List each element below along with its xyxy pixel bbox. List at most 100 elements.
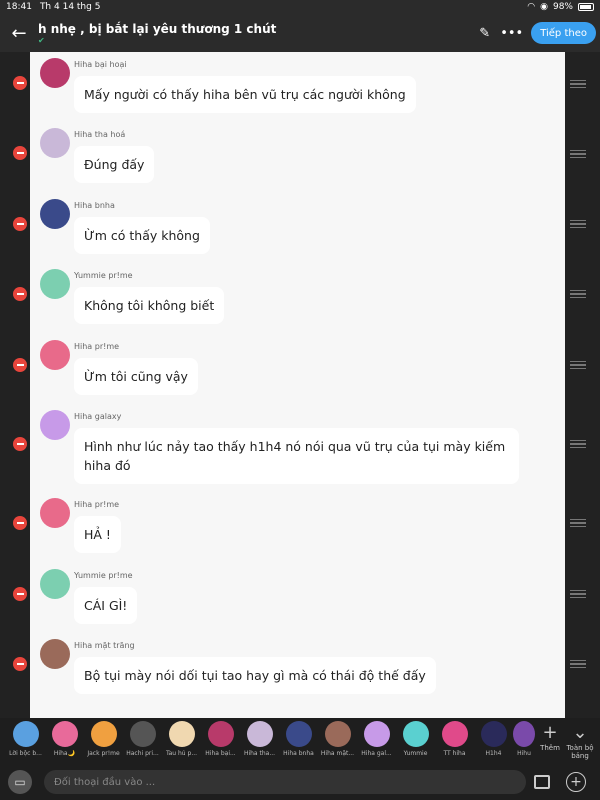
delete-message-icon[interactable] bbox=[13, 287, 27, 301]
avatar[interactable] bbox=[40, 128, 70, 158]
member-label: H1h4 bbox=[485, 750, 502, 757]
member-item[interactable]: Hiha🌙 bbox=[45, 718, 84, 764]
message-input[interactable]: Đối thoại đầu vào ... bbox=[44, 770, 526, 794]
avatar[interactable] bbox=[40, 569, 70, 599]
delete-message-icon[interactable] bbox=[13, 146, 27, 160]
more-icon[interactable]: ••• bbox=[500, 26, 523, 41]
delete-message-icon[interactable] bbox=[13, 587, 27, 601]
message-bubble[interactable]: Ừm có thấy không bbox=[74, 217, 210, 254]
avatar[interactable] bbox=[40, 340, 70, 370]
message-bubble[interactable]: Đúng đấy bbox=[74, 146, 155, 183]
message-bubble[interactable]: Mấy người có thấy hiha bên vũ trụ các ng… bbox=[74, 76, 416, 113]
status-date: Th 4 14 thg 5 bbox=[39, 2, 101, 12]
avatar bbox=[90, 721, 117, 747]
drag-handle-icon[interactable] bbox=[570, 290, 586, 298]
message: Yummie pr!me CÁI GÌ! bbox=[40, 569, 138, 624]
add-member-label: Thêm bbox=[540, 744, 560, 752]
edit-icon[interactable]: ✎ bbox=[479, 26, 490, 41]
delete-message-icon[interactable] bbox=[13, 657, 27, 671]
avatar bbox=[51, 721, 78, 747]
member-item[interactable]: Jack pr!me bbox=[84, 718, 123, 764]
show-all-label: Toàn bộ bảng bbox=[566, 744, 594, 760]
avatar bbox=[324, 721, 351, 747]
delete-message-icon[interactable] bbox=[13, 516, 27, 530]
member-item[interactable]: Hiha mặt... bbox=[318, 718, 357, 764]
member-item[interactable]: Hiha bại... bbox=[201, 718, 240, 764]
back-arrow-icon[interactable]: ← bbox=[0, 14, 38, 52]
member-item[interactable]: Hachi pri... bbox=[123, 718, 162, 764]
image-icon[interactable] bbox=[534, 775, 550, 789]
member-label: Hiha gal... bbox=[361, 750, 392, 757]
avatar bbox=[12, 721, 39, 747]
avatar bbox=[441, 721, 468, 747]
input-bar: ▭ Đối thoại đầu vào ... + bbox=[0, 764, 600, 800]
chat-subtitle: ✔ bbox=[38, 36, 479, 45]
avatar bbox=[246, 721, 273, 747]
member-item[interactable]: TT hiha bbox=[435, 718, 474, 764]
message-bubble[interactable]: Hình như lúc nảy tao thấy h1h4 nó nói qu… bbox=[74, 428, 519, 484]
message-bubble[interactable]: Không tôi không biết bbox=[74, 287, 225, 324]
message: Hiha bại hoại Mấy người có thấy hiha bên… bbox=[40, 58, 416, 113]
drag-handle-icon[interactable] bbox=[570, 150, 586, 158]
location-icon: ◉ bbox=[540, 2, 548, 12]
member-item[interactable]: Hihu bbox=[513, 718, 535, 764]
avatar bbox=[207, 721, 234, 747]
avatar[interactable] bbox=[40, 410, 70, 440]
plus-circle-icon[interactable]: + bbox=[566, 772, 586, 792]
drag-handle-icon[interactable] bbox=[570, 361, 586, 369]
drag-handle-icon[interactable] bbox=[570, 519, 586, 527]
member-item[interactable]: Hiha bnha bbox=[279, 718, 318, 764]
avatar[interactable] bbox=[40, 269, 70, 299]
add-member-button[interactable]: + Thêm bbox=[535, 718, 565, 764]
chat-bubble-icon[interactable]: ▭ bbox=[8, 770, 32, 794]
sender-name: Hiha tha hoá bbox=[74, 130, 126, 139]
delete-message-icon[interactable] bbox=[13, 437, 27, 451]
message: Hiha galaxy Hình như lúc nảy tao thấy h1… bbox=[40, 410, 519, 484]
show-all-button[interactable]: ⌄ Toàn bộ bảng bbox=[565, 718, 595, 764]
drag-handle-icon[interactable] bbox=[570, 220, 586, 228]
sender-name: Hiha mặt trăng bbox=[74, 641, 135, 650]
message: Yummie pr!me Không tôi không biết bbox=[40, 269, 225, 324]
chat-title: h nhẹ , bị bắt lại yêu thương 1 chút bbox=[38, 21, 277, 36]
member-item[interactable]: Tau hủ p... bbox=[162, 718, 201, 764]
check-icon: ✔ bbox=[38, 35, 45, 45]
next-button[interactable]: Tiếp theo bbox=[531, 22, 596, 44]
drag-handle-icon[interactable] bbox=[570, 80, 586, 88]
battery-icon bbox=[578, 3, 594, 11]
member-item[interactable]: Hiha tha... bbox=[240, 718, 279, 764]
sender-name: Hiha galaxy bbox=[74, 412, 122, 421]
avatar bbox=[402, 721, 429, 747]
message-bubble[interactable]: HẢ ! bbox=[74, 516, 121, 553]
avatar[interactable] bbox=[40, 199, 70, 229]
member-item[interactable]: Hiha gal... bbox=[357, 718, 396, 764]
member-label: Yummie bbox=[403, 750, 428, 757]
status-bar: 18:41 Th 4 14 thg 5 ◠ ◉ 98% bbox=[0, 0, 600, 14]
message-bubble[interactable]: CÁI GÌ! bbox=[74, 587, 138, 624]
drag-handle-icon[interactable] bbox=[570, 660, 586, 668]
drag-handle-icon[interactable] bbox=[570, 590, 586, 598]
avatar[interactable] bbox=[40, 639, 70, 669]
avatar[interactable] bbox=[40, 58, 70, 88]
avatar bbox=[168, 721, 195, 747]
delete-message-icon[interactable] bbox=[13, 358, 27, 372]
avatar[interactable] bbox=[40, 498, 70, 528]
sender-name: Hiha bnha bbox=[74, 201, 115, 210]
drag-handle-icon[interactable] bbox=[570, 440, 586, 448]
member-label: Tau hủ p... bbox=[165, 750, 198, 757]
member-label: Hiha bại... bbox=[205, 750, 236, 757]
member-strip: Lời bộc b... Hiha🌙 Jack pr!me Hachi pri.… bbox=[0, 718, 600, 764]
avatar bbox=[513, 721, 535, 747]
member-label: Hiha bnha bbox=[283, 750, 314, 757]
member-item[interactable]: Lời bộc b... bbox=[6, 718, 45, 764]
message-bubble[interactable]: Bộ tụi mày nói dối tụi tao hay gì mà có … bbox=[74, 657, 436, 694]
member-item[interactable]: Yummie bbox=[396, 718, 435, 764]
battery-percent: 98% bbox=[552, 2, 573, 12]
avatar bbox=[285, 721, 312, 747]
message-bubble[interactable]: Ừm tôi cũng vậy bbox=[74, 358, 198, 395]
sender-name: Hiha pr!me bbox=[74, 500, 120, 509]
message: Hiha pr!me HẢ ! bbox=[40, 498, 121, 553]
status-time: 18:41 bbox=[6, 2, 32, 12]
member-item[interactable]: H1h4 bbox=[474, 718, 513, 764]
delete-message-icon[interactable] bbox=[13, 217, 27, 231]
delete-message-icon[interactable] bbox=[13, 76, 27, 90]
